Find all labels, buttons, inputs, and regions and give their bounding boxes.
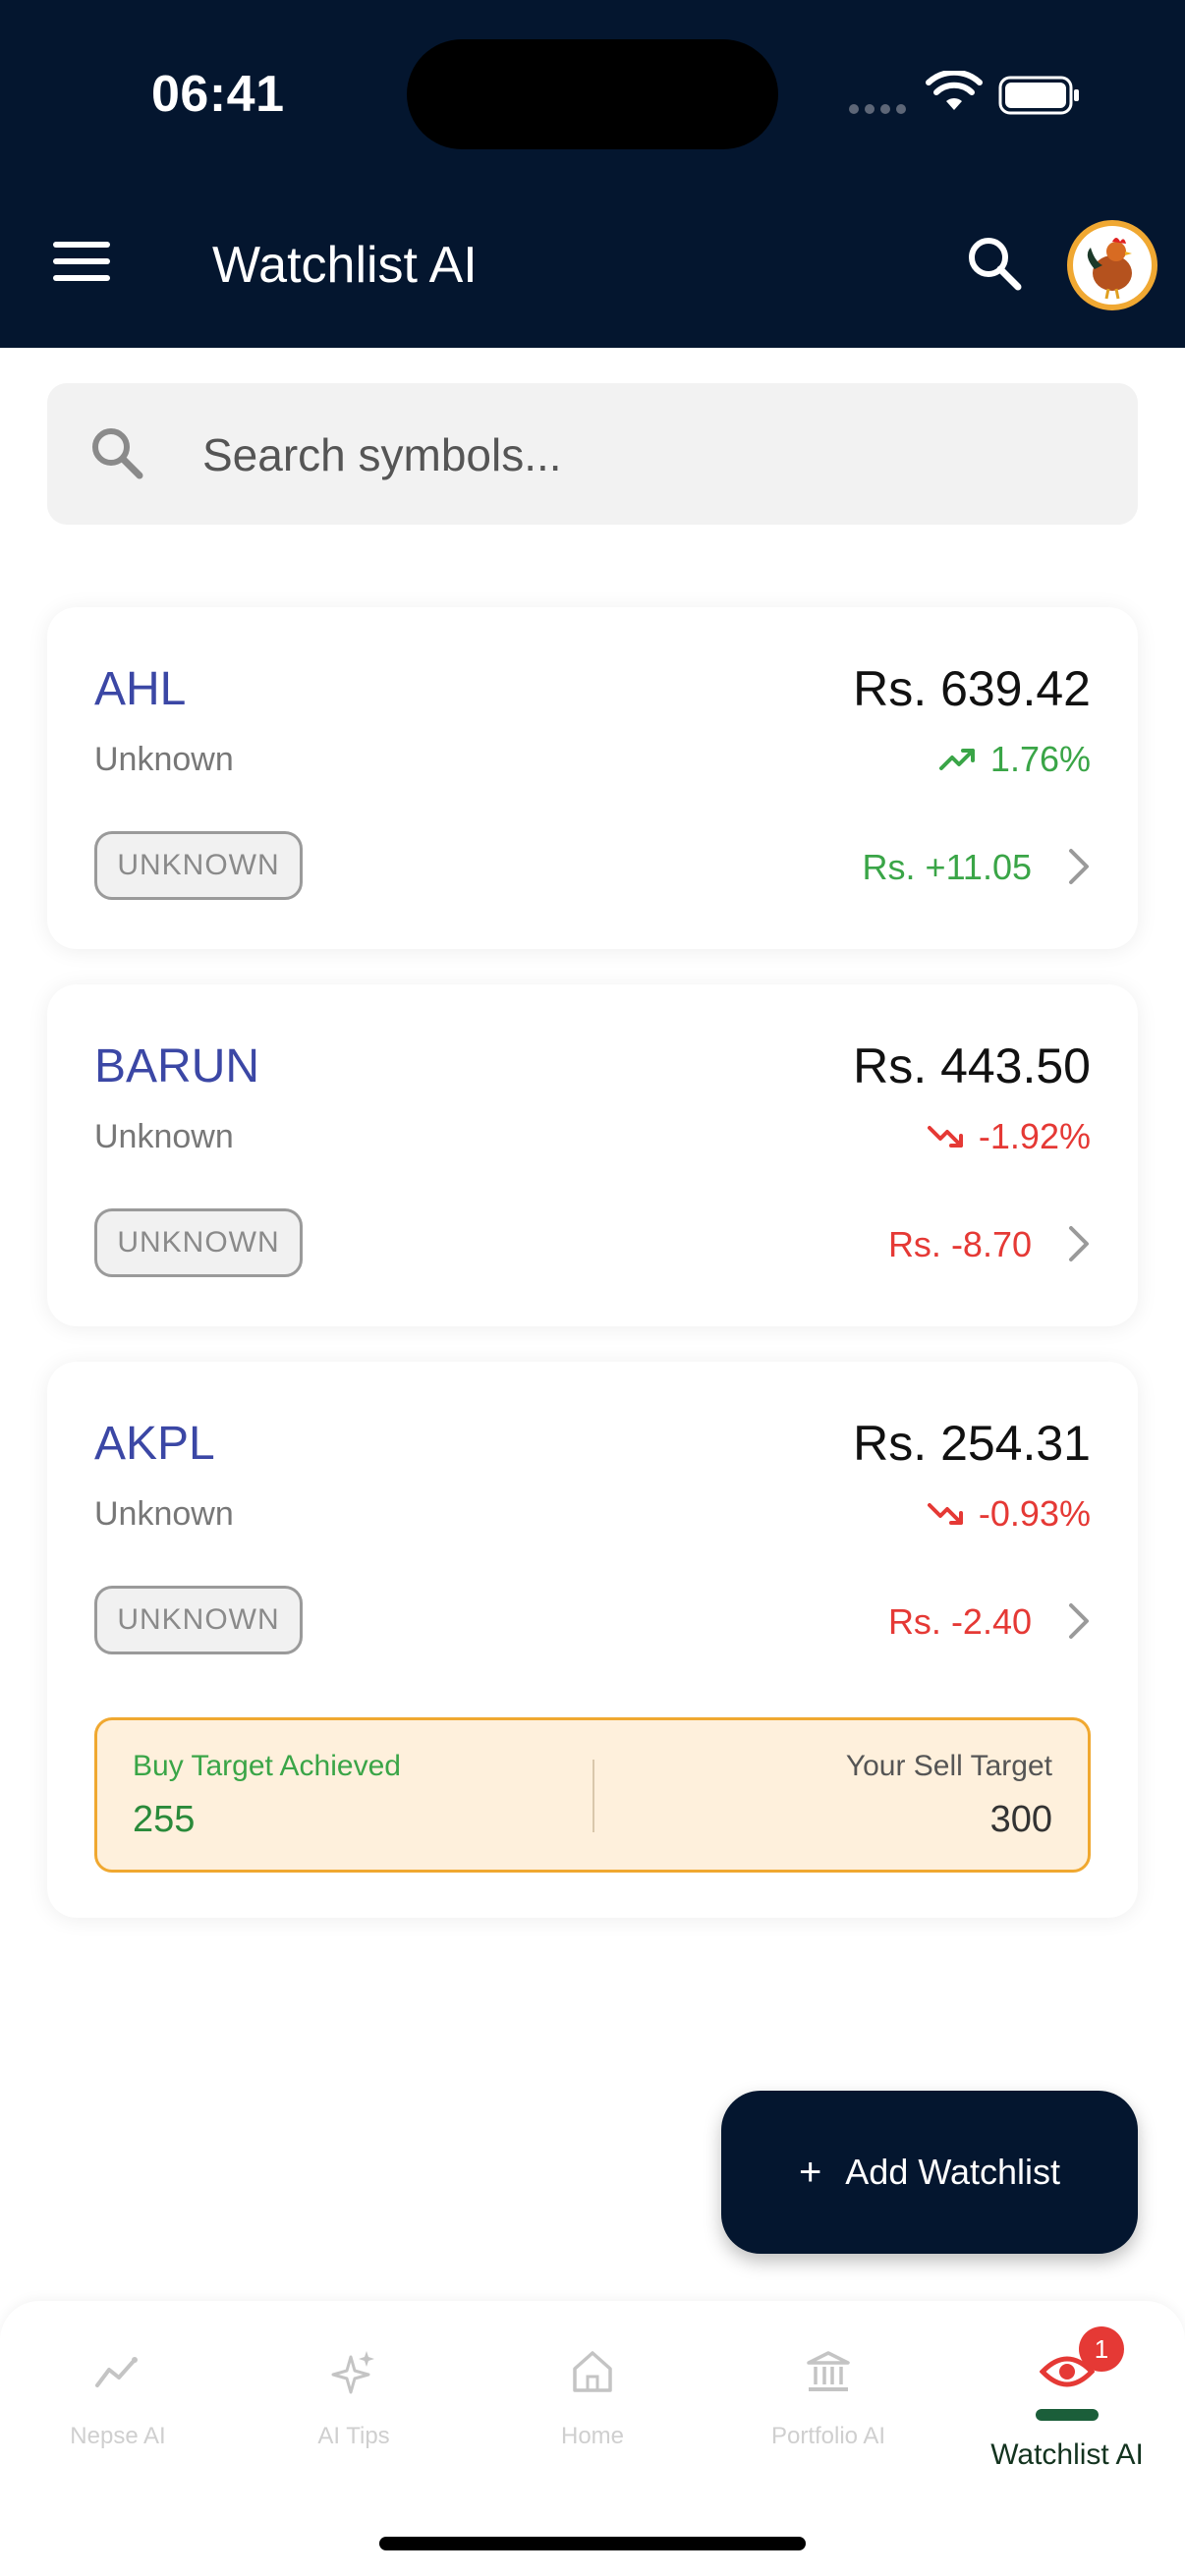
- watchlist-card-barun[interactable]: BARUN Unknown Rs. 443.50 -1.92% UNKNOWN …: [47, 984, 1138, 1326]
- stock-sector: Unknown: [94, 1495, 234, 1533]
- trend-up-icon: [938, 749, 975, 770]
- nav-item-ai-tips[interactable]: AI Tips: [236, 2340, 472, 2450]
- sell-target-label: Your Sell Target: [845, 1750, 1052, 1782]
- status-time: 06:41: [151, 66, 285, 123]
- search-icon: [92, 428, 143, 479]
- notification-badge: 1: [1079, 2326, 1124, 2372]
- chevron-right-icon[interactable]: [1067, 1601, 1091, 1641]
- chevron-right-icon[interactable]: [1067, 1224, 1091, 1263]
- wifi-icon: [926, 71, 983, 110]
- battery-icon: [998, 76, 1079, 115]
- nav-label: Home: [560, 2423, 625, 2449]
- menu-button[interactable]: [53, 242, 110, 281]
- nav-label: Portfolio AI: [770, 2423, 886, 2449]
- bank-icon: [807, 2351, 850, 2391]
- target-divider: [592, 1760, 594, 1832]
- price-change: Rs. -8.70: [887, 1224, 1032, 1264]
- stock-symbol: BARUN: [94, 1040, 260, 1092]
- price-change: Rs. -2.40: [887, 1601, 1032, 1642]
- signal-icon: [849, 104, 906, 114]
- nav-label: Watchlist AI: [990, 2438, 1144, 2471]
- status-badge: UNKNOWN: [94, 831, 303, 900]
- buy-target-value: 255: [133, 1799, 196, 1840]
- plus-icon: +: [798, 2150, 822, 2194]
- status-badge: UNKNOWN: [94, 1586, 303, 1654]
- percent-value: -0.93%: [978, 1493, 1091, 1534]
- nav-item-portfolio-ai[interactable]: Portfolio AI: [710, 2340, 946, 2450]
- app-header: 06:41 Watchlist AI: [0, 0, 1185, 348]
- sparkle-icon: [331, 2351, 374, 2394]
- add-watchlist-label: Add Watchlist: [845, 2152, 1061, 2192]
- avatar[interactable]: [1067, 220, 1157, 310]
- nav-item-home[interactable]: Home: [475, 2340, 710, 2450]
- home-indicator: [379, 2537, 806, 2550]
- search-bar[interactable]: [47, 383, 1138, 525]
- percent-value: 1.76%: [989, 739, 1091, 779]
- search-input[interactable]: [200, 420, 1089, 489]
- nav-label: Nepse AI: [70, 2423, 166, 2449]
- search-icon[interactable]: [965, 234, 1024, 293]
- trend-icon: [95, 2357, 138, 2387]
- stock-price: Rs. 639.42: [853, 661, 1091, 716]
- chevron-right-icon[interactable]: [1067, 847, 1091, 886]
- watchlist-card-akpl[interactable]: AKPL Unknown Rs. 254.31 -0.93% UNKNOWN R…: [47, 1362, 1138, 1918]
- rooster-icon: [1087, 238, 1132, 300]
- sell-target-value: 300: [989, 1799, 1052, 1840]
- page-title: Watchlist AI: [212, 237, 478, 294]
- nav-label: AI Tips: [317, 2423, 390, 2449]
- price-change: Rs. +11.05: [862, 847, 1032, 887]
- target-box: Buy Target Achieved 255 Your Sell Target…: [94, 1717, 1091, 1873]
- stock-price: Rs. 254.31: [853, 1416, 1091, 1471]
- percent-change: 1.76%: [938, 739, 1091, 780]
- bottom-nav: Nepse AI AI Tips Home Portfolio AI 1 Wat…: [0, 2301, 1185, 2576]
- nav-item-watchlist-ai[interactable]: 1 Watchlist AI: [949, 2326, 1185, 2472]
- active-indicator: [1036, 2409, 1099, 2421]
- stock-symbol: AHL: [94, 663, 187, 715]
- percent-change: -1.92%: [927, 1116, 1091, 1157]
- buy-target-label: Buy Target Achieved: [133, 1750, 401, 1782]
- stock-sector: Unknown: [94, 1118, 234, 1155]
- percent-change: -0.93%: [927, 1493, 1091, 1535]
- home-icon: [573, 2351, 612, 2392]
- add-watchlist-button[interactable]: + Add Watchlist: [721, 2091, 1138, 2254]
- nav-item-nepse-ai[interactable]: Nepse AI: [0, 2340, 236, 2450]
- stock-symbol: AKPL: [94, 1418, 215, 1470]
- stock-sector: Unknown: [94, 741, 234, 778]
- dynamic-island: [407, 39, 778, 149]
- trend-down-icon: [927, 1503, 963, 1525]
- status-badge: UNKNOWN: [94, 1208, 303, 1277]
- trend-down-icon: [927, 1126, 963, 1148]
- percent-value: -1.92%: [978, 1116, 1091, 1156]
- watchlist-card-ahl[interactable]: AHL Unknown Rs. 639.42 1.76% UNKNOWN Rs.…: [47, 607, 1138, 949]
- stock-price: Rs. 443.50: [853, 1038, 1091, 1093]
